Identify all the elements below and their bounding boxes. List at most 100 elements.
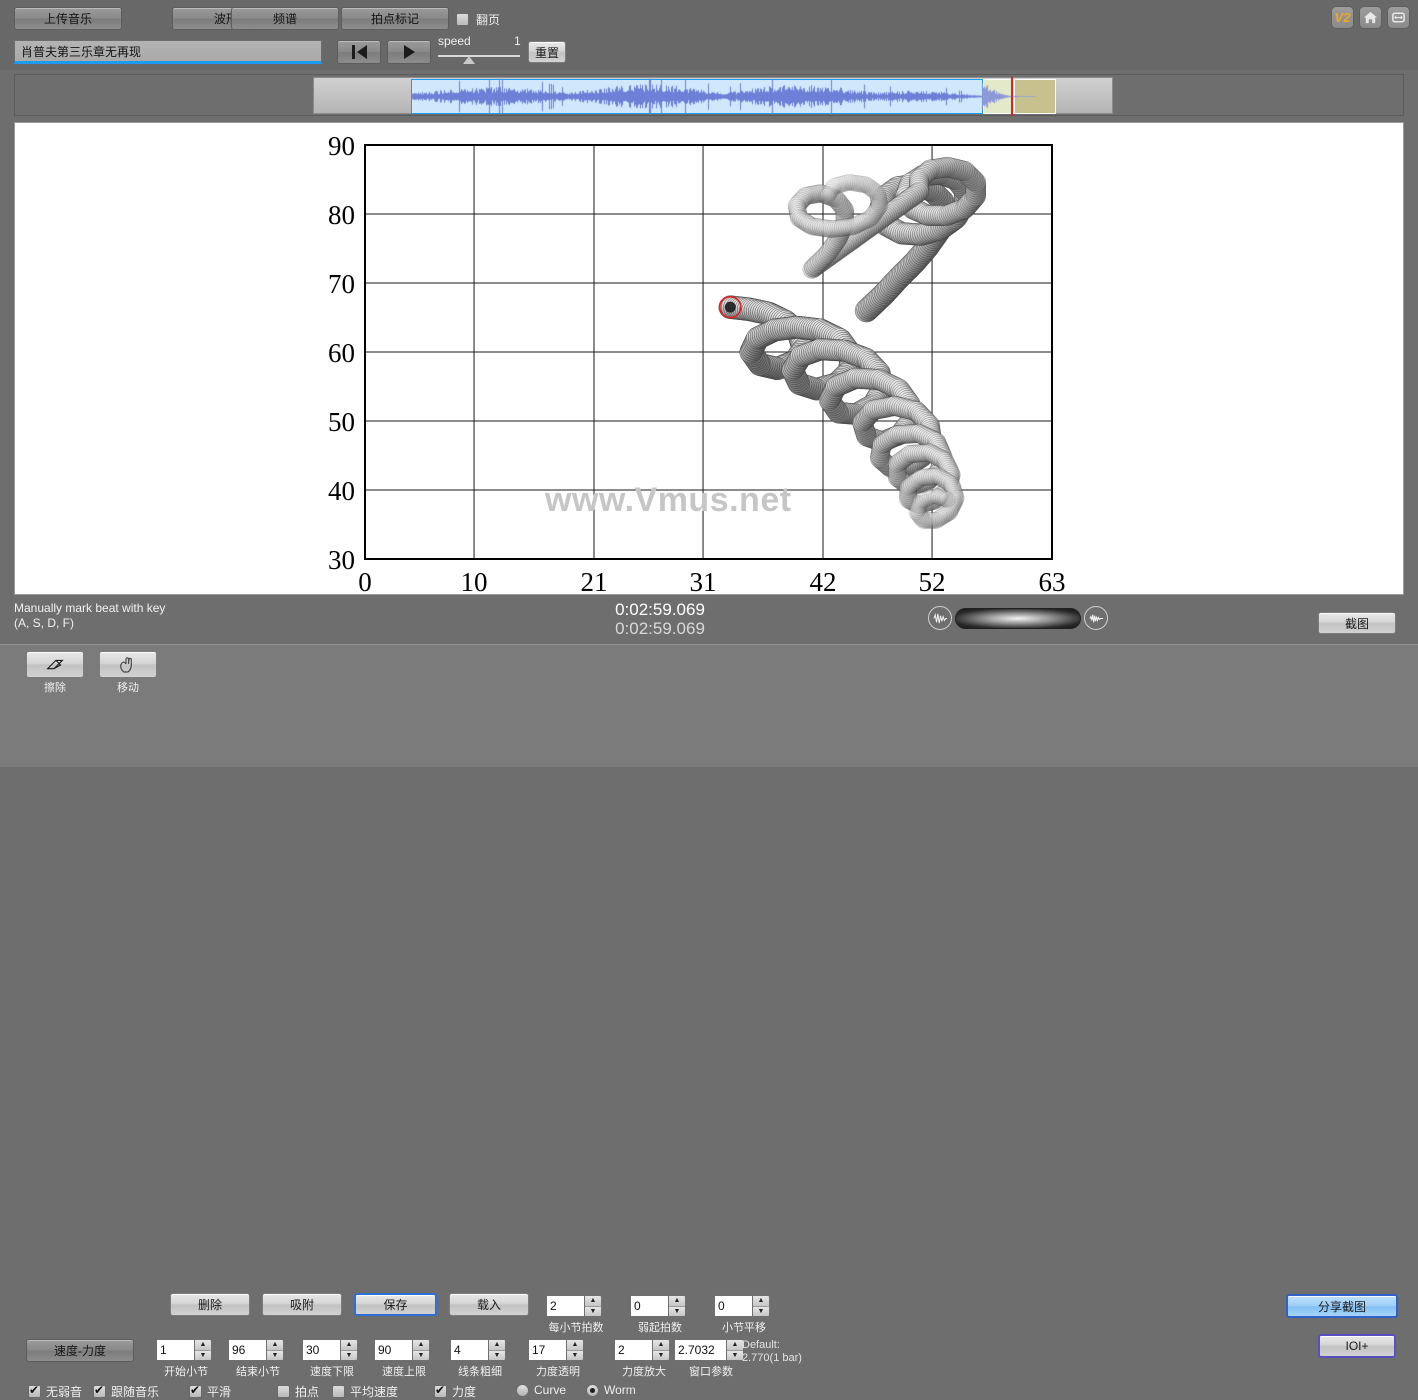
beat-point-checkbox[interactable]: 拍点 [277,1383,319,1400]
beats-per-bar-stepper[interactable]: ▲▼ [546,1295,602,1317]
no-stem-checkbox-box[interactable] [28,1383,41,1398]
worm-radio[interactable]: Worm [586,1383,636,1397]
beats-per-bar-label: 每小节拍数 [548,1322,604,1334]
dynamics-alpha-label: 力度透明 [536,1366,580,1378]
speed-slider-track[interactable] [438,55,520,57]
no-stem-checkbox[interactable]: 无弱音 [28,1383,82,1400]
dynamics-checkbox[interactable]: 力度 [434,1383,476,1400]
tempo-max-stepper[interactable]: ▲▼ [374,1339,430,1361]
status-row: Manually mark beat with key (A, S, D, F)… [0,598,1418,644]
average-tempo-checkbox-box[interactable] [332,1385,345,1398]
delete-button[interactable]: 删除 [170,1293,250,1316]
save-button[interactable]: 保存 [354,1293,437,1316]
no-stem-label: 无弱音 [46,1385,83,1399]
track-title-input[interactable] [14,40,322,64]
dynamics-alpha-input[interactable] [528,1339,566,1361]
dynamics-alpha-stepper[interactable]: ▲▼ [528,1339,584,1361]
dynamics-gain-arrows[interactable]: ▲ ▼ [652,1339,670,1361]
waveform-dense-icon[interactable] [1084,606,1108,630]
flip-page-checkbox-box[interactable] [456,13,469,26]
volume-control-group[interactable] [928,606,1108,630]
beats-per-bar-arrows[interactable]: ▲ ▼ [584,1295,602,1317]
beat-mark-button[interactable]: 拍点标记 [341,7,449,30]
follow-music-checkbox-box[interactable] [93,1383,106,1398]
waveform-overview[interactable] [313,77,1114,116]
default-note-line1: Default: [742,1339,780,1351]
bar-shift-arrows[interactable]: ▲ ▼ [752,1295,770,1317]
tempo-dynamics-button[interactable]: 速度-力度 [26,1339,134,1362]
curve-radio-dot[interactable] [516,1383,529,1397]
beat-point-checkbox-box[interactable] [277,1385,290,1398]
smooth-checkbox[interactable]: 平滑 [189,1383,231,1400]
time-display: 0:02:59.069 0:02:59.069 [560,600,760,638]
version-badge-icon[interactable]: V2 [1331,6,1354,29]
worm-radio-dot[interactable] [586,1383,599,1397]
pickup-beats-arrows[interactable]: ▲ ▼ [668,1295,686,1317]
pickup-beats-input[interactable] [630,1295,668,1317]
home-icon[interactable] [1359,6,1382,29]
default-window-note: Default: 2.770(1 bar) [742,1339,802,1365]
end-bar-stepper[interactable]: ▲▼ [228,1339,284,1361]
start-bar-stepper[interactable]: ▲▼ [156,1339,212,1361]
pickup-beats-label: 弱起拍数 [638,1322,682,1334]
follow-music-checkbox[interactable]: 跟随音乐 [93,1383,159,1400]
default-note-line2: 2.770(1 bar) [742,1352,802,1364]
line-width-label: 线条粗细 [458,1366,502,1378]
capture-button[interactable]: 截图 [1318,612,1396,634]
bar-shift-input[interactable] [714,1295,752,1317]
tempo-min-label: 速度下限 [310,1366,354,1378]
upload-music-button[interactable]: 上传音乐 [14,7,122,30]
curve-radio[interactable]: Curve [516,1383,566,1397]
play-button[interactable] [387,40,431,64]
load-button[interactable]: 载入 [449,1293,529,1316]
bar-shift-stepper[interactable]: ▲▼ [714,1295,770,1317]
end-bar-arrows[interactable]: ▲ ▼ [266,1339,284,1361]
erase-tool[interactable] [26,651,84,678]
tempo-max-arrows[interactable]: ▲ ▼ [412,1339,430,1361]
top-right-icon-group: V2 [1331,6,1410,29]
tempo-max-input[interactable] [374,1339,412,1361]
speed-slider-group[interactable]: speed 1 [438,34,523,66]
tempo-min-input[interactable] [302,1339,340,1361]
rewind-button[interactable] [337,40,381,64]
line-width-input[interactable] [450,1339,488,1361]
smooth-checkbox-box[interactable] [189,1383,202,1398]
tempo-min-stepper[interactable]: ▲▼ [302,1339,358,1361]
worm-plot-panel[interactable]: 30 40 50 60 70 80 90 0 10 21 31 42 52 63 www.Vmus.net [14,122,1404,596]
svg-text:52: 52 [919,567,946,596]
smooth-label: 平滑 [207,1385,232,1399]
volume-slider[interactable] [955,607,1081,629]
reset-button[interactable]: 重置 [528,41,566,63]
move-tool[interactable] [99,651,157,678]
spectrum-button[interactable]: 频谱 [231,7,339,30]
start-bar-arrows[interactable]: ▲ ▼ [194,1339,212,1361]
follow-music-label: 跟随音乐 [111,1385,160,1399]
keyboard-hint-line2: (A, S, D, F) [14,616,74,630]
average-tempo-checkbox[interactable]: 平均速度 [332,1383,398,1400]
dynamics-alpha-arrows[interactable]: ▲ ▼ [566,1339,584,1361]
dynamics-checkbox-box[interactable] [434,1383,447,1398]
flip-page-checkbox[interactable]: 翻页 [456,11,500,28]
line-width-stepper[interactable]: ▲▼ [450,1339,506,1361]
snap-button[interactable]: 吸附 [262,1293,342,1316]
ioi-button[interactable]: IOI+ [1318,1334,1396,1358]
hand-icon [120,656,132,673]
waveform-playhead[interactable] [1011,77,1013,116]
waveform-small-icon[interactable] [928,606,952,630]
tempo-min-arrows[interactable]: ▲ ▼ [340,1339,358,1361]
dynamics-gain-input[interactable] [614,1339,652,1361]
line-width-arrows[interactable]: ▲ ▼ [488,1339,506,1361]
pickup-beats-stepper[interactable]: ▲▼ [630,1295,686,1317]
waveform-overview-strip[interactable] [14,74,1404,116]
dynamics-gain-stepper[interactable]: ▲▼ [614,1339,670,1361]
start-bar-input[interactable] [156,1339,194,1361]
fullscreen-icon[interactable] [1387,6,1410,29]
window-param-input[interactable] [674,1339,726,1361]
end-bar-input[interactable] [228,1339,266,1361]
speed-slider-thumb[interactable] [463,56,475,64]
share-capture-button[interactable]: 分享截图 [1286,1294,1398,1318]
flip-page-label: 翻页 [476,13,501,27]
window-param-stepper[interactable]: ▲▼ [674,1339,744,1361]
beats-per-bar-input[interactable] [546,1295,584,1317]
svg-text:31: 31 [690,567,717,596]
